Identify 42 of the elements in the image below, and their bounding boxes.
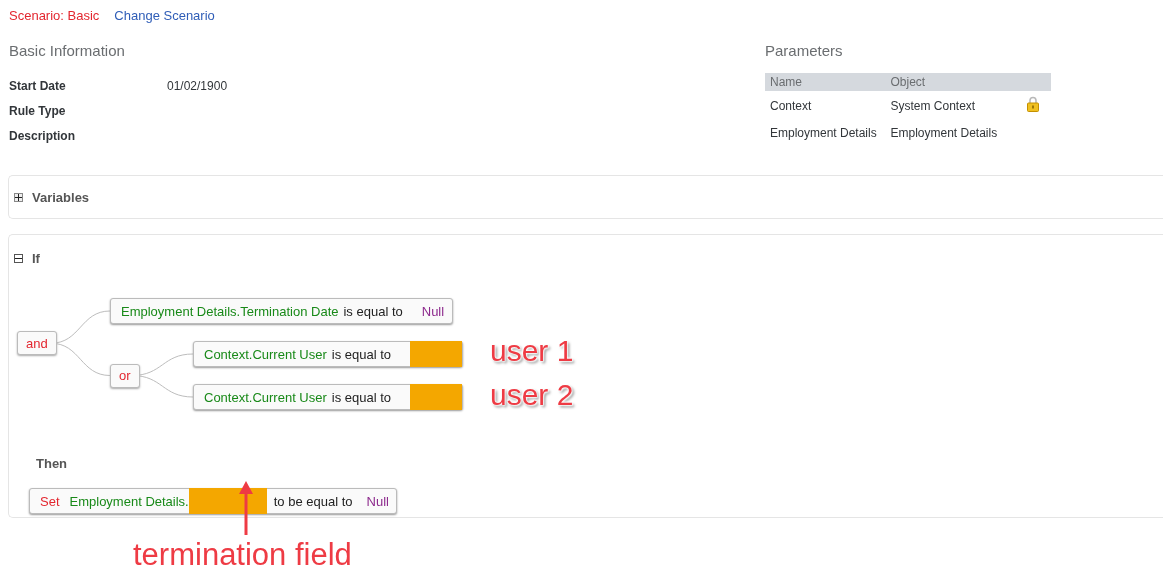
- field-label: Start Date: [9, 78, 67, 93]
- annotation-label: user 2: [490, 378, 574, 412]
- scenario-label: Scenario: Basic: [9, 8, 100, 23]
- action-operator: to be equal to: [273, 493, 353, 509]
- condition-field: Context.Current User: [204, 346, 327, 362]
- condition-field: Context.Current User: [204, 389, 327, 405]
- annotation-arrow: [239, 480, 253, 536]
- field-label: Rule Type: [9, 103, 67, 118]
- condition-field: Employment Details.Termination Date: [121, 303, 339, 319]
- condition-operator: is equal to: [343, 303, 403, 319]
- column-header: Object: [885, 73, 1023, 91]
- table-cell-text: Employment Details: [889, 125, 999, 142]
- panel-title: Variables: [32, 189, 90, 205]
- plus-icon: [15, 193, 22, 201]
- condition-box[interactable]: Context.Current User is equal to: [193, 341, 464, 367]
- minus-icon: [15, 255, 22, 262]
- change-scenario-link[interactable]: Change Scenario: [114, 8, 215, 23]
- table-cell: Context: [765, 91, 886, 120]
- condition-operator: is equal to: [331, 346, 392, 362]
- operator-button[interactable]: or: [110, 363, 140, 388]
- column-header: Name: [765, 73, 886, 91]
- annotation-label: termination field: [133, 537, 352, 573]
- expand-button[interactable]: [14, 192, 23, 202]
- section-title: Basic Information: [9, 42, 126, 59]
- condition-box[interactable]: Employment Details.Termination Date is equal to Null: [110, 298, 454, 324]
- section-title: Parameters: [765, 42, 844, 59]
- action-field: Employment Details.: [69, 493, 189, 509]
- panel-title: If: [32, 251, 40, 266]
- condition-value: Null: [421, 303, 445, 319]
- condition-box[interactable]: Context.Current User is equal to: [193, 384, 464, 410]
- condition-operator: is equal to: [331, 389, 392, 405]
- field-label: Description: [9, 128, 76, 143]
- action-box[interactable]: Set Employment Details. to be equal to Null: [29, 488, 397, 514]
- field-value: 01/02/1900: [167, 78, 228, 93]
- table-cell: System Context: [885, 91, 1023, 120]
- action-verb: Set: [40, 493, 60, 509]
- action-value: Null: [366, 493, 389, 509]
- collapse-button[interactable]: [14, 254, 23, 263]
- operator-button[interactable]: and: [17, 331, 57, 356]
- table-cell-text: Employment Details: [769, 125, 878, 142]
- panel-title: Then: [36, 456, 69, 471]
- annotation-label: user 1: [490, 334, 574, 368]
